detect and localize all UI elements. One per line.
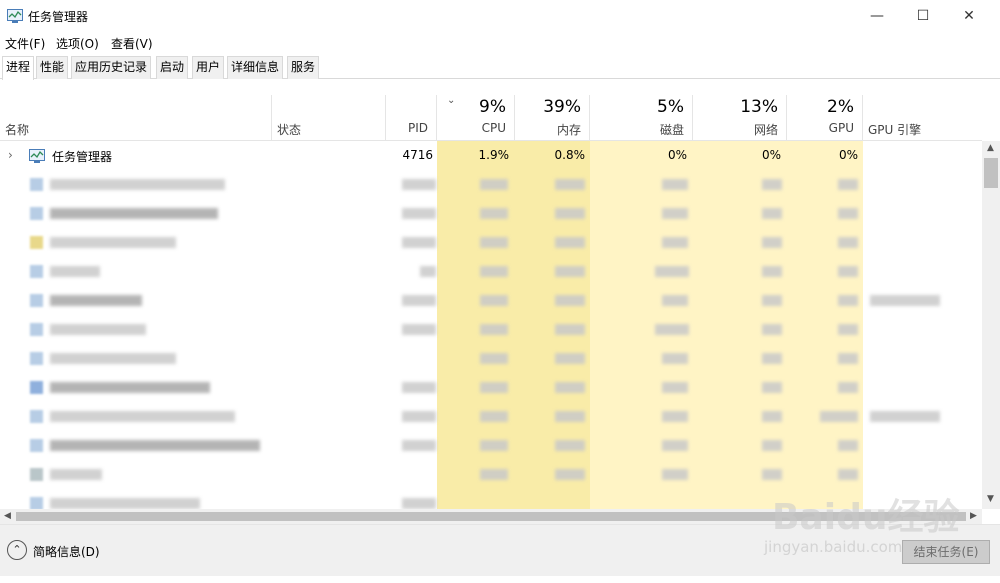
blurred-text [50, 353, 176, 364]
horizontal-scrollbar[interactable]: ◀ ▶ [0, 509, 982, 524]
blurred-text [50, 382, 210, 393]
tab-processes[interactable]: 进程 [2, 56, 35, 80]
title-bar: 任务管理器 — ☐ ✕ [0, 0, 1000, 32]
scroll-down-arrow-icon[interactable]: ▼ [987, 494, 994, 504]
blurred-icon [30, 352, 43, 365]
vertical-scrollbar[interactable]: ▲ ▼ [982, 141, 1000, 509]
blurred-row[interactable] [0, 257, 982, 286]
blurred-row[interactable] [0, 228, 982, 257]
process-cpu: 1.9% [478, 148, 510, 162]
blurred-text [50, 266, 100, 277]
end-task-button[interactable]: 结束任务(E) [902, 540, 990, 564]
process-memory: 0.8% [554, 148, 586, 162]
blurred-icon [30, 439, 43, 452]
blurred-icon [30, 236, 43, 249]
process-row-task-manager[interactable]: › 任务管理器 4716 1.9% 0.8% 0% 0% 0% [0, 141, 982, 170]
column-network[interactable]: 13% 网络 [693, 95, 787, 141]
chevron-up-circle-icon[interactable]: ⌃ [7, 540, 27, 560]
menu-view[interactable]: 查看(V) [111, 35, 153, 52]
column-gpu[interactable]: 2% GPU [787, 95, 863, 141]
column-cpu[interactable]: ⌄ 9% CPU [437, 95, 515, 141]
blurred-text [50, 179, 225, 190]
window-title: 任务管理器 [28, 10, 89, 24]
blurred-text [50, 237, 176, 248]
tab-app-history[interactable]: 应用历史记录 [71, 56, 152, 79]
scroll-up-arrow-icon[interactable]: ▲ [987, 143, 994, 153]
task-manager-icon [7, 9, 23, 23]
sort-chevron-icon: ⌄ [447, 95, 456, 106]
column-status[interactable]: 状态 [272, 95, 386, 141]
tab-bar: 进程 性能 应用历史记录 启动 用户 详细信息 服务 [0, 56, 1000, 80]
blurred-row[interactable] [0, 489, 982, 509]
blurred-row[interactable] [0, 402, 982, 431]
maximize-button[interactable]: ☐ [900, 0, 946, 32]
tab-details[interactable]: 详细信息 [227, 56, 284, 79]
blurred-row[interactable] [0, 286, 982, 315]
column-disk[interactable]: 5% 磁盘 [590, 95, 693, 141]
blurred-text [50, 469, 102, 480]
blurred-text [50, 295, 142, 306]
blurred-icon [30, 381, 43, 394]
scroll-left-arrow-icon[interactable]: ◀ [4, 511, 11, 521]
blurred-row[interactable] [0, 199, 982, 228]
task-manager-icon [28, 149, 46, 163]
menu-file[interactable]: 文件(F) [5, 35, 45, 52]
process-network: 0% [761, 148, 781, 162]
blurred-row[interactable] [0, 373, 982, 402]
menu-options[interactable]: 选项(O) [56, 35, 99, 52]
column-name[interactable]: 名称 [0, 95, 272, 141]
horizontal-scroll-thumb[interactable] [16, 512, 966, 521]
blurred-row[interactable] [0, 315, 982, 344]
fewer-details-link[interactable]: 简略信息(D) [33, 543, 100, 560]
column-gpu-engine[interactable]: GPU 引擎 [863, 95, 982, 141]
process-disk: 0% [667, 148, 687, 162]
tab-startup[interactable]: 启动 [156, 56, 189, 79]
blurred-text [50, 440, 260, 451]
blurred-text [50, 208, 218, 219]
footer-bar: ⌃ 简略信息(D) 结束任务(E) [0, 524, 1000, 576]
process-pid: 4716 [402, 148, 433, 162]
tab-performance[interactable]: 性能 [36, 56, 69, 79]
blurred-row[interactable] [0, 431, 982, 460]
close-button[interactable]: ✕ [946, 0, 992, 32]
menu-bar: 文件(F) 选项(O) 查看(V) [0, 32, 1000, 54]
tab-users[interactable]: 用户 [192, 56, 225, 79]
blurred-text [50, 498, 200, 509]
blurred-icon [30, 323, 43, 336]
blurred-icon [30, 178, 43, 191]
scroll-right-arrow-icon[interactable]: ▶ [970, 511, 977, 521]
column-memory[interactable]: 39% 内存 [515, 95, 590, 141]
blurred-icon [30, 294, 43, 307]
expand-chevron-icon[interactable]: › [8, 148, 13, 162]
blurred-row[interactable] [0, 344, 982, 373]
tab-services[interactable]: 服务 [287, 56, 320, 79]
blurred-icon [30, 207, 43, 220]
column-pid[interactable]: PID [386, 95, 437, 141]
blurred-icon [30, 410, 43, 423]
column-header: 名称 状态 PID ⌄ 9% CPU 39% 内存 5% 磁盘 13% 网络 2… [0, 95, 982, 141]
process-name: 任务管理器 [52, 150, 113, 164]
blurred-icon [30, 497, 43, 509]
vertical-scroll-thumb[interactable] [984, 158, 998, 188]
blurred-row[interactable] [0, 170, 982, 199]
blurred-text [50, 324, 146, 335]
minimize-button[interactable]: — [854, 0, 900, 32]
blurred-row[interactable] [0, 460, 982, 489]
blurred-icon [30, 265, 43, 278]
blurred-text [50, 411, 235, 422]
process-list: › 任务管理器 4716 1.9% 0.8% 0% 0% 0% [0, 141, 982, 509]
blurred-icon [30, 468, 43, 481]
process-gpu: 0% [838, 148, 858, 162]
